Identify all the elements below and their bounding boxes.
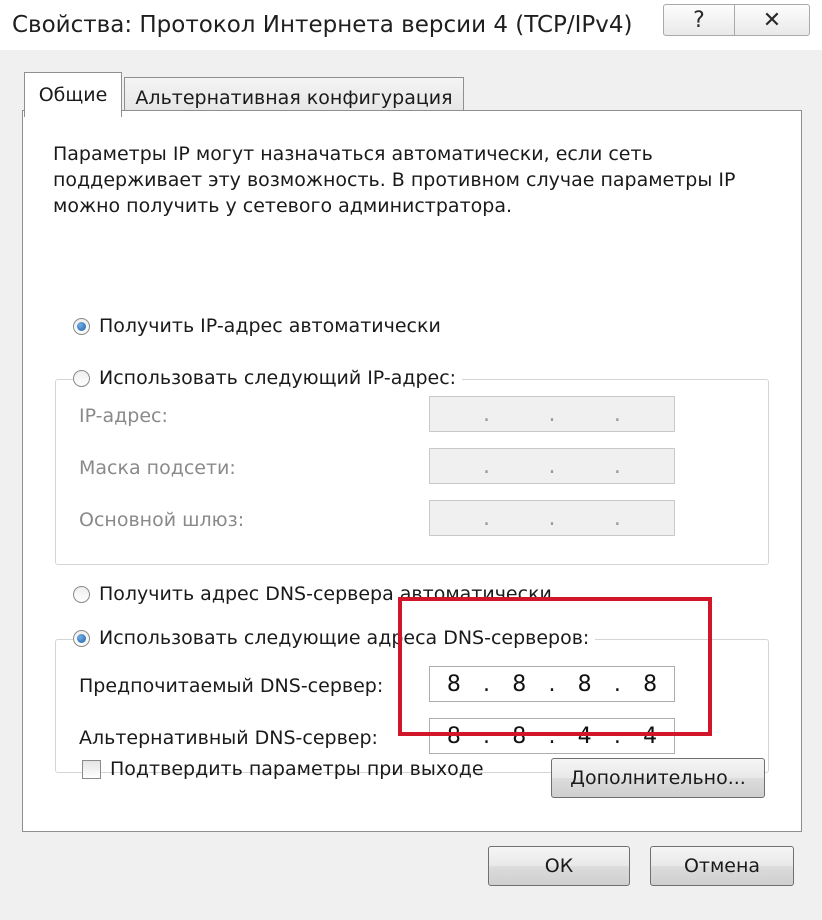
radio-ip-auto-indicator: [73, 317, 90, 335]
help-button[interactable]: ?: [664, 5, 734, 35]
advanced-button[interactable]: Дополнительно...: [551, 758, 765, 798]
radio-dns-auto-indicator: [73, 585, 90, 603]
radio-dns-manual-indicator: [73, 629, 90, 647]
gateway-label: Основной шлюз:: [79, 509, 245, 531]
subnet-mask-label: Маска подсети:: [79, 457, 236, 479]
properties-dialog: Свойства: Протокол Интернета версии 4 (T…: [0, 0, 822, 920]
radio-ip-manual[interactable]: Использовать следующий IP-адрес:: [73, 367, 463, 389]
radio-ip-manual-label: Использовать следующий IP-адрес:: [99, 367, 457, 389]
validate-checkbox-box: [82, 759, 101, 779]
ip-address-label: IP-адрес:: [79, 405, 168, 427]
window-title: Свойства: Протокол Интернета версии 4 (T…: [12, 12, 633, 38]
validate-checkbox[interactable]: Подтвердить параметры при выходе: [82, 758, 484, 780]
cancel-button[interactable]: Отмена: [650, 846, 794, 886]
radio-ip-auto[interactable]: Получить IP-адрес автоматически: [73, 315, 447, 337]
description-text: Параметры IP могут назначаться автоматич…: [53, 143, 736, 217]
radio-ip-manual-indicator: [73, 369, 90, 387]
validate-checkbox-label: Подтвердить параметры при выходе: [110, 758, 484, 780]
help-icon: ?: [693, 7, 705, 33]
close-button[interactable]: ✕: [734, 5, 809, 35]
radio-ip-auto-label: Получить IP-адрес автоматически: [99, 315, 441, 337]
alternate-dns-label: Альтернативный DNS-сервер:: [79, 727, 378, 749]
tab-general[interactable]: Общие: [24, 72, 122, 117]
ok-button[interactable]: ОК: [488, 846, 630, 886]
dns-highlight-frame: [398, 597, 712, 736]
ip-address-input[interactable]: . . .: [429, 396, 675, 432]
title-bar: Свойства: Протокол Интернета версии 4 (T…: [0, 0, 822, 50]
title-buttons: ? ✕: [663, 4, 810, 36]
subnet-mask-input[interactable]: . . .: [429, 448, 675, 484]
dialog-client-area: Общие Альтернативная конфигурация Параме…: [8, 50, 810, 912]
close-icon: ✕: [762, 7, 782, 33]
gateway-input[interactable]: . . .: [429, 500, 675, 536]
preferred-dns-label: Предпочитаемый DNS-сервер:: [79, 675, 384, 697]
